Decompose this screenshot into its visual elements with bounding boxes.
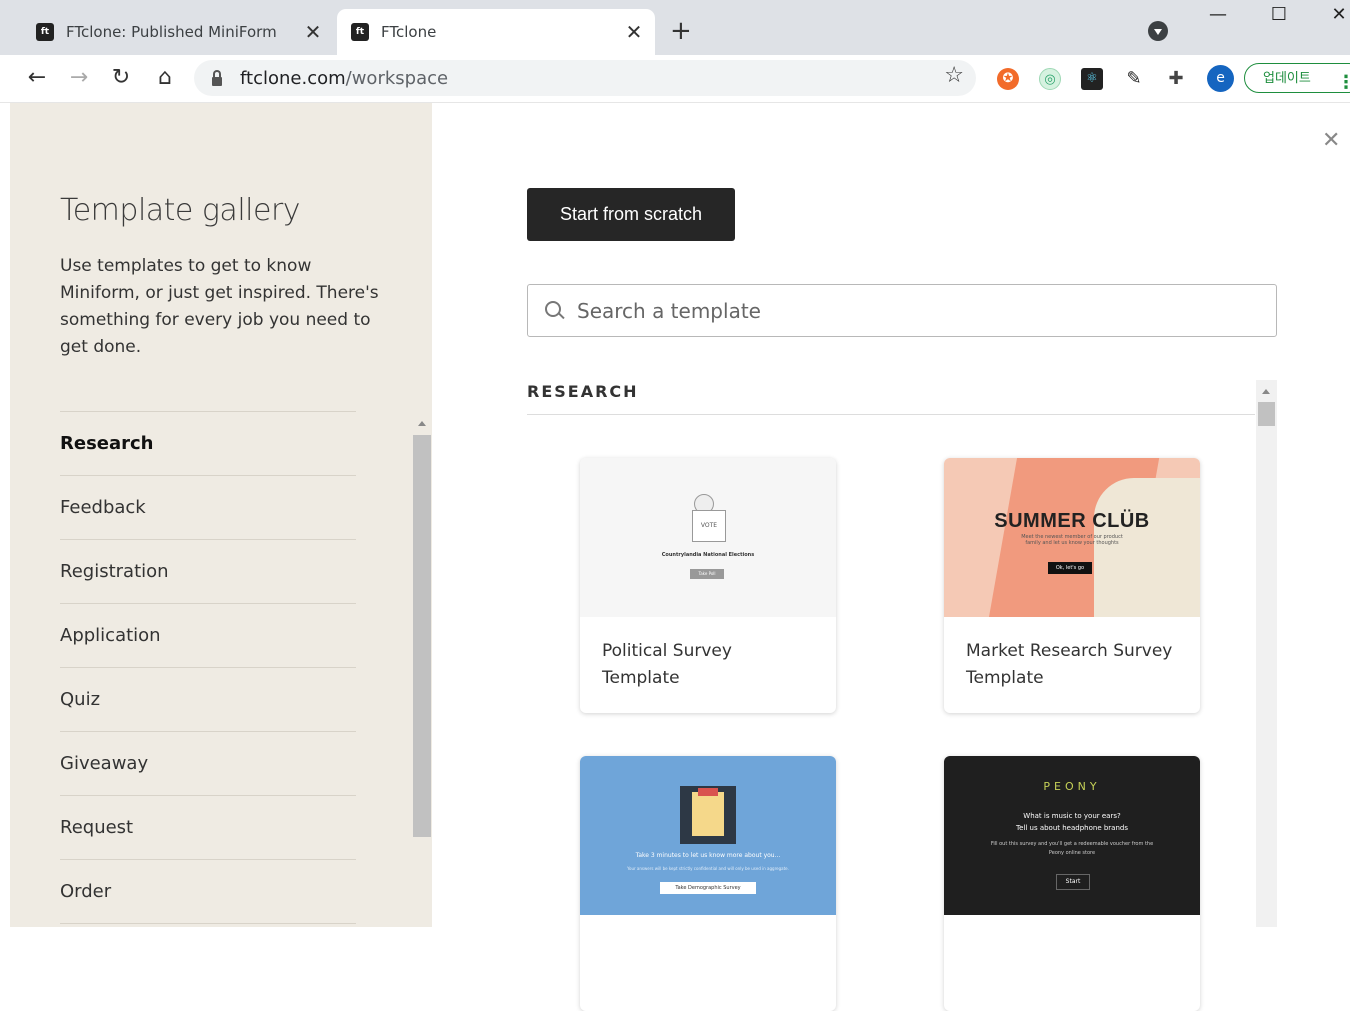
tab-strip: ft FTclone: Published MiniForm ✕ ft FTcl… xyxy=(0,0,1350,55)
home-icon[interactable]: ⌂ xyxy=(150,63,180,93)
template-card-political-survey[interactable]: VOTE Countrylandia National Elections Ta… xyxy=(580,458,836,713)
sidebar-scrollbar[interactable] xyxy=(412,411,432,927)
more-menu-icon[interactable]: ⋮ xyxy=(1337,68,1350,98)
category-application[interactable]: Application xyxy=(60,603,356,667)
reload-icon[interactable]: ↻ xyxy=(106,63,136,93)
minimize-icon[interactable]: — xyxy=(1203,4,1233,25)
back-arrow-icon[interactable]: ← xyxy=(22,63,52,93)
ballot-box-icon: VOTE xyxy=(692,510,726,542)
template-thumbnail: SUMMER CLÜB Meet the newest member of ou… xyxy=(944,458,1200,617)
scrollbar-thumb[interactable] xyxy=(413,435,431,837)
category-registration[interactable]: Registration xyxy=(60,539,356,603)
url-host: ftclone.com xyxy=(240,67,346,89)
template-thumbnail: Take 3 minutes to let us know more about… xyxy=(580,756,836,915)
browser-toolbar: ← → ↻ ⌂ ftclone.com/workspace ☆ ✪ ◎ ⚛ ✎ … xyxy=(0,55,1350,103)
lock-icon[interactable] xyxy=(212,69,222,86)
close-gallery-icon[interactable]: ✕ xyxy=(1322,128,1340,153)
maximize-icon[interactable]: ☐ xyxy=(1264,4,1294,25)
thumb-text: Take 3 minutes to let us know more about… xyxy=(635,852,781,859)
close-tab-icon[interactable]: ✕ xyxy=(621,20,647,44)
thumb-button: Take Poll xyxy=(690,569,724,579)
thumb-question-line: Tell us about headphone brands xyxy=(1016,824,1128,832)
tab-title: FTclone xyxy=(381,23,437,41)
extension-target-icon[interactable]: ◎ xyxy=(1039,68,1061,90)
gallery-title: Template gallery xyxy=(60,193,301,228)
search-input[interactable] xyxy=(575,297,1276,324)
start-from-scratch-button[interactable]: Start from scratch xyxy=(527,188,735,241)
scroll-up-arrow-icon[interactable] xyxy=(418,421,426,426)
template-card-market-research[interactable]: SUMMER CLÜB Meet the newest member of ou… xyxy=(944,458,1200,713)
search-icon xyxy=(545,300,561,317)
new-tab-plus-icon[interactable]: + xyxy=(670,16,692,46)
thumb-title: Countrylandia National Elections xyxy=(661,552,755,558)
thumb-brand: PEONY xyxy=(1043,780,1101,793)
profile-avatar[interactable]: e xyxy=(1207,65,1234,92)
card-title: Market Research Survey Template xyxy=(966,641,1173,688)
thumb-subtitle: Your answers will be kept strictly confi… xyxy=(627,866,789,871)
thumb-heading: SUMMER CLÜB xyxy=(994,510,1150,532)
tab-title: FTclone: Published MiniForm xyxy=(66,23,277,41)
thumb-subtitle: Meet the newest member of our product fa… xyxy=(1021,534,1123,546)
tab-search-icon[interactable] xyxy=(1148,21,1168,41)
category-request[interactable]: Request xyxy=(60,795,356,859)
thumb-button: Take Demographic Survey xyxy=(660,882,756,894)
section-divider xyxy=(527,414,1255,415)
clipboard-clip xyxy=(698,788,718,796)
extensions-puzzle-icon[interactable]: ✚ xyxy=(1165,68,1187,90)
browser-tab-published-miniform[interactable]: ft FTclone: Published MiniForm ✕ xyxy=(22,9,334,55)
template-card-demographic-survey[interactable]: Take 3 minutes to let us know more about… xyxy=(580,756,836,1011)
close-window-icon[interactable]: ✕ xyxy=(1324,4,1350,25)
forward-arrow-icon[interactable]: → xyxy=(64,63,94,93)
extension-react-icon[interactable]: ⚛ xyxy=(1081,68,1103,90)
thumb-subtitle: Fill out this survey and you'll get a re… xyxy=(990,841,1154,856)
category-order[interactable]: Order xyxy=(60,859,356,924)
thumb-question: What is music to your ears? Tell us abou… xyxy=(944,810,1200,834)
browser-update-button[interactable]: 업데이트 ⋮ xyxy=(1244,63,1350,93)
template-card-peony[interactable]: PEONY What is music to your ears? Tell u… xyxy=(944,756,1200,1011)
scroll-up-arrow-icon[interactable] xyxy=(1262,389,1270,394)
decorative-shape xyxy=(1094,478,1200,617)
template-thumbnail: PEONY What is music to your ears? Tell u… xyxy=(944,756,1200,915)
gallery-scrollbar[interactable] xyxy=(1256,380,1277,927)
thumb-button: Ok, let's go xyxy=(1048,562,1092,574)
update-label: 업데이트 xyxy=(1263,71,1311,86)
clipboard-paper xyxy=(692,792,724,836)
card-title xyxy=(580,915,836,1011)
template-gallery-sidebar: Template gallery Use templates to get to… xyxy=(10,103,432,927)
card-title xyxy=(944,915,1200,1011)
thumb-question-line: What is music to your ears? xyxy=(1023,812,1121,820)
url-path: /workspace xyxy=(345,67,449,89)
ftclone-favicon-icon: ft xyxy=(351,23,369,41)
category-giveaway[interactable]: Giveaway xyxy=(60,731,356,795)
card-title: Political Survey Template xyxy=(602,641,732,688)
ftclone-favicon-icon: ft xyxy=(36,23,54,41)
category-research[interactable]: Research xyxy=(60,411,356,475)
gallery-description: Use templates to get to know Miniform, o… xyxy=(60,256,379,357)
section-heading: RESEARCH xyxy=(527,382,639,401)
address-bar[interactable]: ftclone.com/workspace ☆ xyxy=(194,60,976,96)
scrollbar-thumb[interactable] xyxy=(1258,402,1275,426)
category-quiz[interactable]: Quiz xyxy=(60,667,356,731)
category-list: Research Feedback Registration Applicati… xyxy=(60,411,356,924)
category-feedback[interactable]: Feedback xyxy=(60,475,356,539)
extension-tool-icon[interactable]: ✎ xyxy=(1123,68,1145,90)
close-tab-icon[interactable]: ✕ xyxy=(300,20,326,44)
bookmark-star-icon[interactable]: ☆ xyxy=(944,63,964,88)
template-search[interactable] xyxy=(527,284,1277,337)
thumb-button: Start xyxy=(1056,874,1090,890)
extension-lifebuoy-icon[interactable]: ✪ xyxy=(997,68,1019,90)
browser-tab-ftclone[interactable]: ft FTclone ✕ xyxy=(337,9,655,55)
template-thumbnail: VOTE Countrylandia National Elections Ta… xyxy=(580,458,836,617)
